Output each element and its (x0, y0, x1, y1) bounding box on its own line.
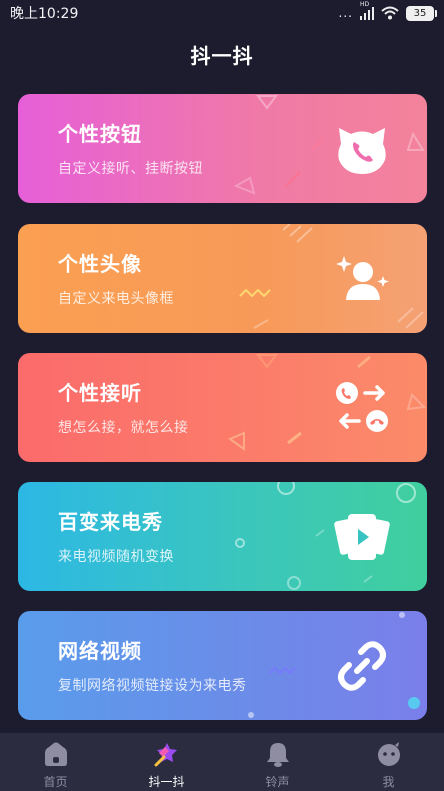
bottom-tab-bar: 首页 抖一抖 铃声 我 (0, 733, 444, 791)
battery-level: 35 (413, 7, 427, 19)
card-subtitle: 自定义来电头像框 (58, 291, 174, 307)
video-cards-icon (334, 514, 390, 560)
link-icon (338, 641, 386, 691)
card-custom-avatar[interactable]: 个性头像 自定义来电头像框 (18, 224, 427, 333)
tab-label: 铃声 (265, 775, 290, 789)
tab-shake[interactable]: 抖一抖 (111, 733, 222, 791)
card-web-video[interactable]: 网络视频 复制网络视频链接设为来电秀 (18, 611, 427, 720)
tab-me[interactable]: 我 (333, 733, 444, 791)
card-custom-answer[interactable]: 个性接听 想怎么接，就怎么接 (18, 353, 427, 462)
signal-icon: HD (360, 1, 374, 20)
status-time: 晚上10:29 (10, 6, 79, 22)
tab-label: 我 (382, 775, 395, 789)
profile-face-icon (377, 742, 400, 766)
status-icons: ... HD 35 (338, 1, 437, 21)
wifi-icon (381, 6, 399, 20)
notification-dots: ... (338, 6, 353, 20)
sparkle-person-icon (336, 256, 389, 300)
card-title: 个性头像 (58, 252, 142, 276)
answer-hangup-icon (336, 382, 388, 432)
card-custom-button[interactable]: 个性按钮 自定义接听、挂断按钮 (18, 94, 427, 203)
card-random-show[interactable]: 百变来电秀 来电视频随机变换 (18, 482, 427, 591)
battery-icon: 35 (406, 5, 437, 21)
card-title: 百变来电秀 (58, 510, 163, 534)
card-subtitle: 想怎么接，就怎么接 (58, 420, 189, 436)
tab-ringtone[interactable]: 铃声 (222, 733, 333, 791)
card-title: 个性按钮 (58, 122, 142, 146)
page-title: 抖一抖 (190, 44, 254, 68)
card-title: 网络视频 (58, 639, 142, 663)
card-title: 个性接听 (58, 381, 142, 405)
card-subtitle: 自定义接听、挂断按钮 (58, 161, 203, 177)
card-subtitle: 来电视频随机变换 (58, 549, 174, 565)
tab-label: 抖一抖 (148, 775, 185, 789)
status-bar: 晚上10:29 ... HD 35 (0, 0, 444, 26)
hd-label: HD (360, 0, 370, 8)
bell-icon (266, 743, 289, 767)
tab-label: 首页 (43, 775, 68, 789)
magic-wand-icon (154, 743, 177, 767)
card-subtitle: 复制网络视频链接设为来电秀 (58, 678, 247, 694)
tab-home[interactable]: 首页 (0, 733, 111, 791)
home-icon (44, 742, 67, 766)
cat-phone-icon (338, 128, 386, 174)
